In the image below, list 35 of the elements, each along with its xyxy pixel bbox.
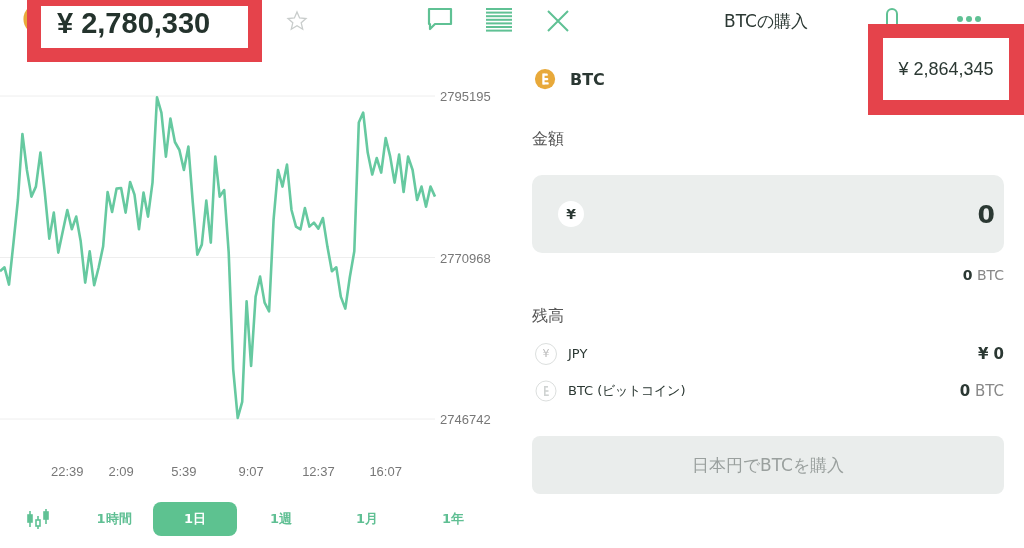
screen-title: BTCの購入	[724, 9, 808, 33]
time-range-tab[interactable]: 1月	[355, 502, 378, 536]
chat-icon[interactable]	[426, 6, 454, 32]
asset-symbol: BTC	[570, 69, 605, 89]
section-label: 金額	[532, 129, 565, 150]
x-axis-label: 5:39	[171, 464, 197, 479]
more-icon[interactable]	[955, 15, 982, 23]
balance-value: ¥ 0	[977, 344, 1004, 363]
time-range-tab[interactable]: 1時間	[96, 502, 132, 536]
x-axis-label: 22:39	[51, 464, 84, 479]
price-value: ¥ 2,864,345	[898, 58, 994, 80]
close-icon[interactable]	[546, 9, 570, 33]
list-icon[interactable]	[486, 8, 512, 32]
amount-value: 0	[977, 199, 995, 229]
star-icon[interactable]	[286, 10, 308, 32]
x-axis-label: 2:09	[108, 464, 134, 479]
time-range-tab[interactable]: 1日	[153, 502, 237, 536]
amount-field[interactable]: ¥ 0	[532, 175, 1004, 253]
y-axis-label: 2746742	[440, 412, 491, 427]
y-axis-label: 2770968	[440, 250, 491, 266]
balance-name: BTC (ビットコイン)	[568, 381, 686, 400]
currency-badge: ¥	[558, 201, 584, 227]
x-axis-label: 12:37	[302, 464, 335, 479]
time-range-tab[interactable]: 1年	[441, 502, 464, 536]
x-axis-label: 16:07	[369, 464, 402, 479]
balance-name: JPY	[568, 346, 588, 361]
x-axis-label: 9:07	[238, 464, 264, 479]
balance-value: 0 BTC	[959, 381, 1004, 400]
candlestick-icon	[26, 508, 50, 530]
time-range-tab[interactable]: 1週	[269, 502, 292, 536]
section-label: 残高	[532, 304, 565, 327]
coin-icon	[535, 379, 557, 402]
converted-amount: 0 BTC	[962, 267, 1004, 283]
price-value: ¥ 2,780,330	[57, 6, 211, 40]
y-axis-label: 2795195	[440, 89, 491, 104]
